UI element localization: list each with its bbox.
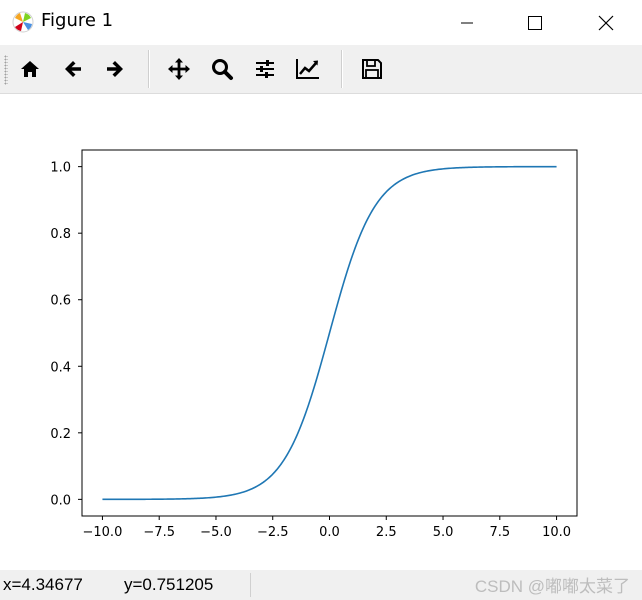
title-bar: Figure 1	[0, 0, 642, 45]
floppy-disk-icon	[362, 59, 382, 79]
y-coordinate-readout: y=0.751205	[124, 575, 214, 594]
maximize-button[interactable]	[512, 0, 558, 45]
x-tick-label: 7.5	[489, 525, 510, 540]
home-icon	[21, 61, 39, 77]
x-coordinate-readout: x=4.34677	[3, 575, 83, 594]
x-tick-label: −10.0	[83, 525, 123, 540]
y-axis: 0.0 0.2 0.4 0.6 0.8 1.0	[50, 161, 82, 508]
toolbar-separator	[341, 50, 343, 88]
back-button[interactable]	[57, 53, 89, 85]
matplotlib-logo-icon	[11, 10, 35, 34]
home-button[interactable]	[14, 53, 46, 85]
x-tick-label: 5.0	[433, 525, 454, 540]
close-button[interactable]	[583, 0, 629, 45]
arrow-left-icon	[65, 61, 81, 77]
minimize-icon	[461, 22, 473, 23]
y-tick-label: 0.6	[50, 294, 71, 309]
figure-canvas[interactable]: −10.0 −7.5 −5.0 −2.5 0.0 2.5 5.0 7.5 10.0 0.0 0.2…	[0, 94, 642, 570]
x-axis: −10.0 −7.5 −5.0 −2.5 0.0 2.5 5.0 7.5 10.0	[83, 516, 571, 540]
minimize-button[interactable]	[444, 0, 490, 45]
sliders-icon	[256, 60, 274, 78]
y-tick-label: 0.8	[50, 227, 71, 242]
maximize-icon	[528, 15, 542, 30]
configure-subplots-button[interactable]	[249, 53, 281, 85]
toolbar-separator	[148, 50, 150, 88]
x-tick-label: −7.5	[143, 525, 175, 540]
x-tick-label: 0.0	[319, 525, 340, 540]
move-icon	[168, 58, 190, 80]
y-tick-label: 0.4	[50, 360, 71, 375]
edit-axis-button[interactable]	[292, 53, 324, 85]
close-icon	[598, 15, 614, 30]
plot-svg[interactable]: −10.0 −7.5 −5.0 −2.5 0.0 2.5 5.0 7.5 10.0 0.0 0.2…	[0, 94, 642, 570]
sigmoid-line	[102, 165, 557, 501]
watermark-text: CSDN @嘟嘟太菜了	[474, 577, 630, 596]
status-bar: x=4.34677 y=0.751205 CSDN @嘟嘟太菜了	[0, 570, 642, 600]
x-tick-label: −2.5	[257, 525, 289, 540]
navigation-toolbar	[0, 45, 642, 94]
status-separator	[250, 573, 251, 597]
x-tick-label: −5.0	[200, 525, 232, 540]
y-tick-label: 0.0	[50, 493, 71, 508]
zoom-button[interactable]	[206, 53, 238, 85]
line-chart-icon	[296, 59, 319, 79]
y-tick-label: 1.0	[50, 161, 71, 176]
window-title: Figure 1	[41, 10, 114, 31]
save-button[interactable]	[356, 53, 388, 85]
toolbar-grip[interactable]	[4, 55, 8, 85]
arrow-right-icon	[107, 61, 123, 77]
forward-button[interactable]	[99, 53, 131, 85]
x-tick-label: 10.0	[542, 525, 571, 540]
x-tick-label: 2.5	[376, 525, 397, 540]
magnifier-icon	[212, 59, 233, 80]
y-tick-label: 0.2	[50, 427, 71, 442]
pan-button[interactable]	[163, 53, 195, 85]
